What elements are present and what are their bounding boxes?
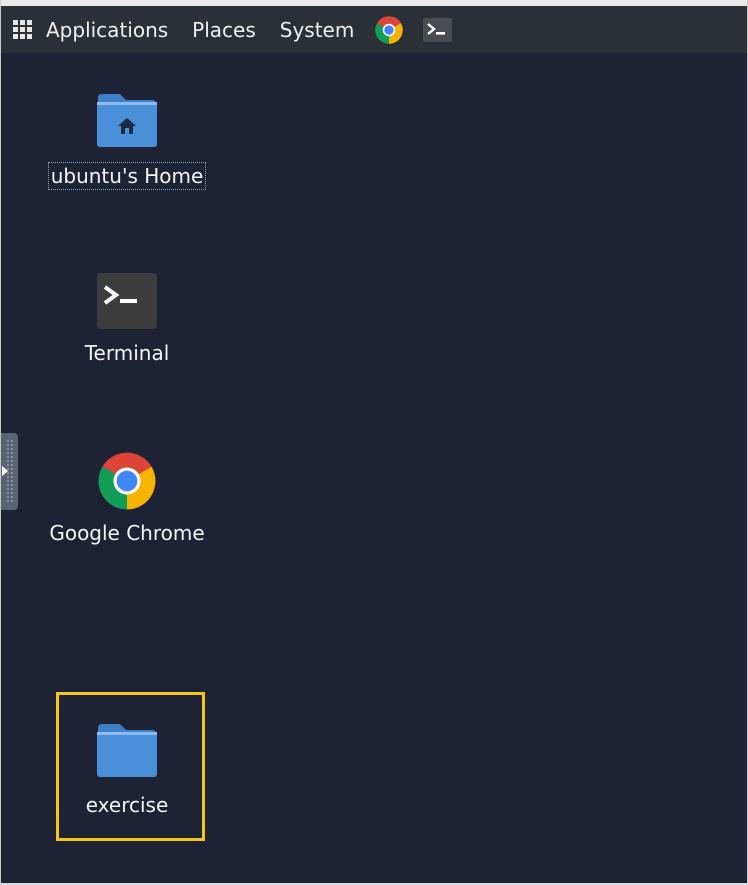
menu-applications[interactable]: Applications — [46, 20, 168, 40]
home-folder-icon — [97, 94, 157, 147]
desktop-icon-terminal[interactable]: Terminal — [47, 273, 207, 366]
desktop-icon-exercise[interactable]: exercise — [47, 722, 207, 818]
desktop-label-exercise: exercise — [85, 793, 169, 817]
menu-system[interactable]: System — [280, 20, 355, 40]
chrome-icon — [98, 452, 156, 510]
terminal-icon — [97, 273, 157, 329]
dock-handle[interactable] — [0, 433, 18, 510]
menu-places[interactable]: Places — [192, 20, 256, 40]
desktop-icon-chrome[interactable]: Google Chrome — [47, 450, 207, 546]
expand-arrow-icon — [2, 466, 8, 476]
chrome-icon[interactable] — [374, 15, 404, 45]
desktop-label-terminal: Terminal — [84, 341, 170, 365]
top-panel: Applications Places System — [0, 0, 748, 53]
apps-grid-icon[interactable] — [13, 20, 32, 39]
folder-icon — [97, 724, 157, 777]
terminal-icon[interactable] — [423, 17, 453, 42]
desktop-label-chrome: Google Chrome — [49, 521, 205, 545]
desktop-label-home: ubuntu's Home — [47, 162, 207, 190]
desktop-icon-home[interactable]: ubuntu's Home — [47, 92, 207, 190]
